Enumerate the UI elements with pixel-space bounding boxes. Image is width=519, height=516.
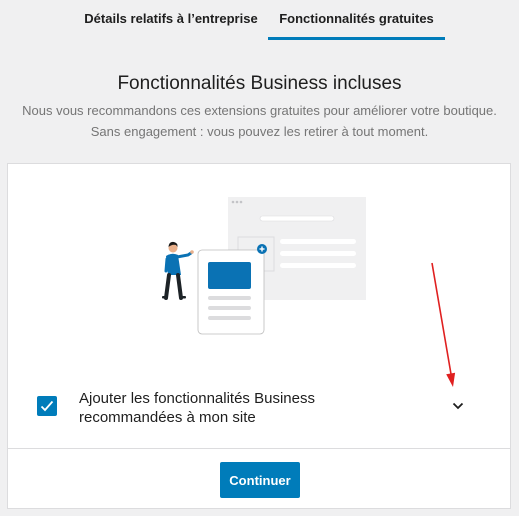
plus-icon — [257, 244, 267, 254]
tab-label: Fonctionnalités gratuites — [279, 11, 434, 26]
business-features-illustration — [162, 197, 366, 335]
tab-label: Détails relatifs à l’entreprise — [84, 11, 258, 26]
active-tab-indicator — [268, 37, 445, 40]
tab-free-features[interactable]: Fonctionnalités gratuites — [268, 0, 445, 40]
page-description-line-1: Nous vous recommandons ces extensions gr… — [22, 103, 497, 118]
add-business-features-checkbox[interactable] — [37, 396, 57, 416]
card-divider — [8, 448, 510, 449]
checkmark-icon — [40, 400, 54, 412]
page-description-line-2: Sans engagement : vous pouvez les retire… — [90, 124, 429, 139]
add-business-features-label: Ajouter les fonctionnalités Business rec… — [79, 390, 315, 426]
tab-bar: Détails relatifs à l’entreprise Fonction… — [0, 0, 519, 42]
tab-business-details[interactable]: Détails relatifs à l’entreprise — [74, 0, 268, 40]
features-card: Ajouter les fonctionnalités Business rec… — [7, 163, 511, 509]
page-title: Fonctionnalités Business incluses — [117, 73, 402, 94]
continue-button[interactable]: Continuer — [220, 462, 300, 498]
chevron-down-icon[interactable] — [448, 398, 468, 414]
